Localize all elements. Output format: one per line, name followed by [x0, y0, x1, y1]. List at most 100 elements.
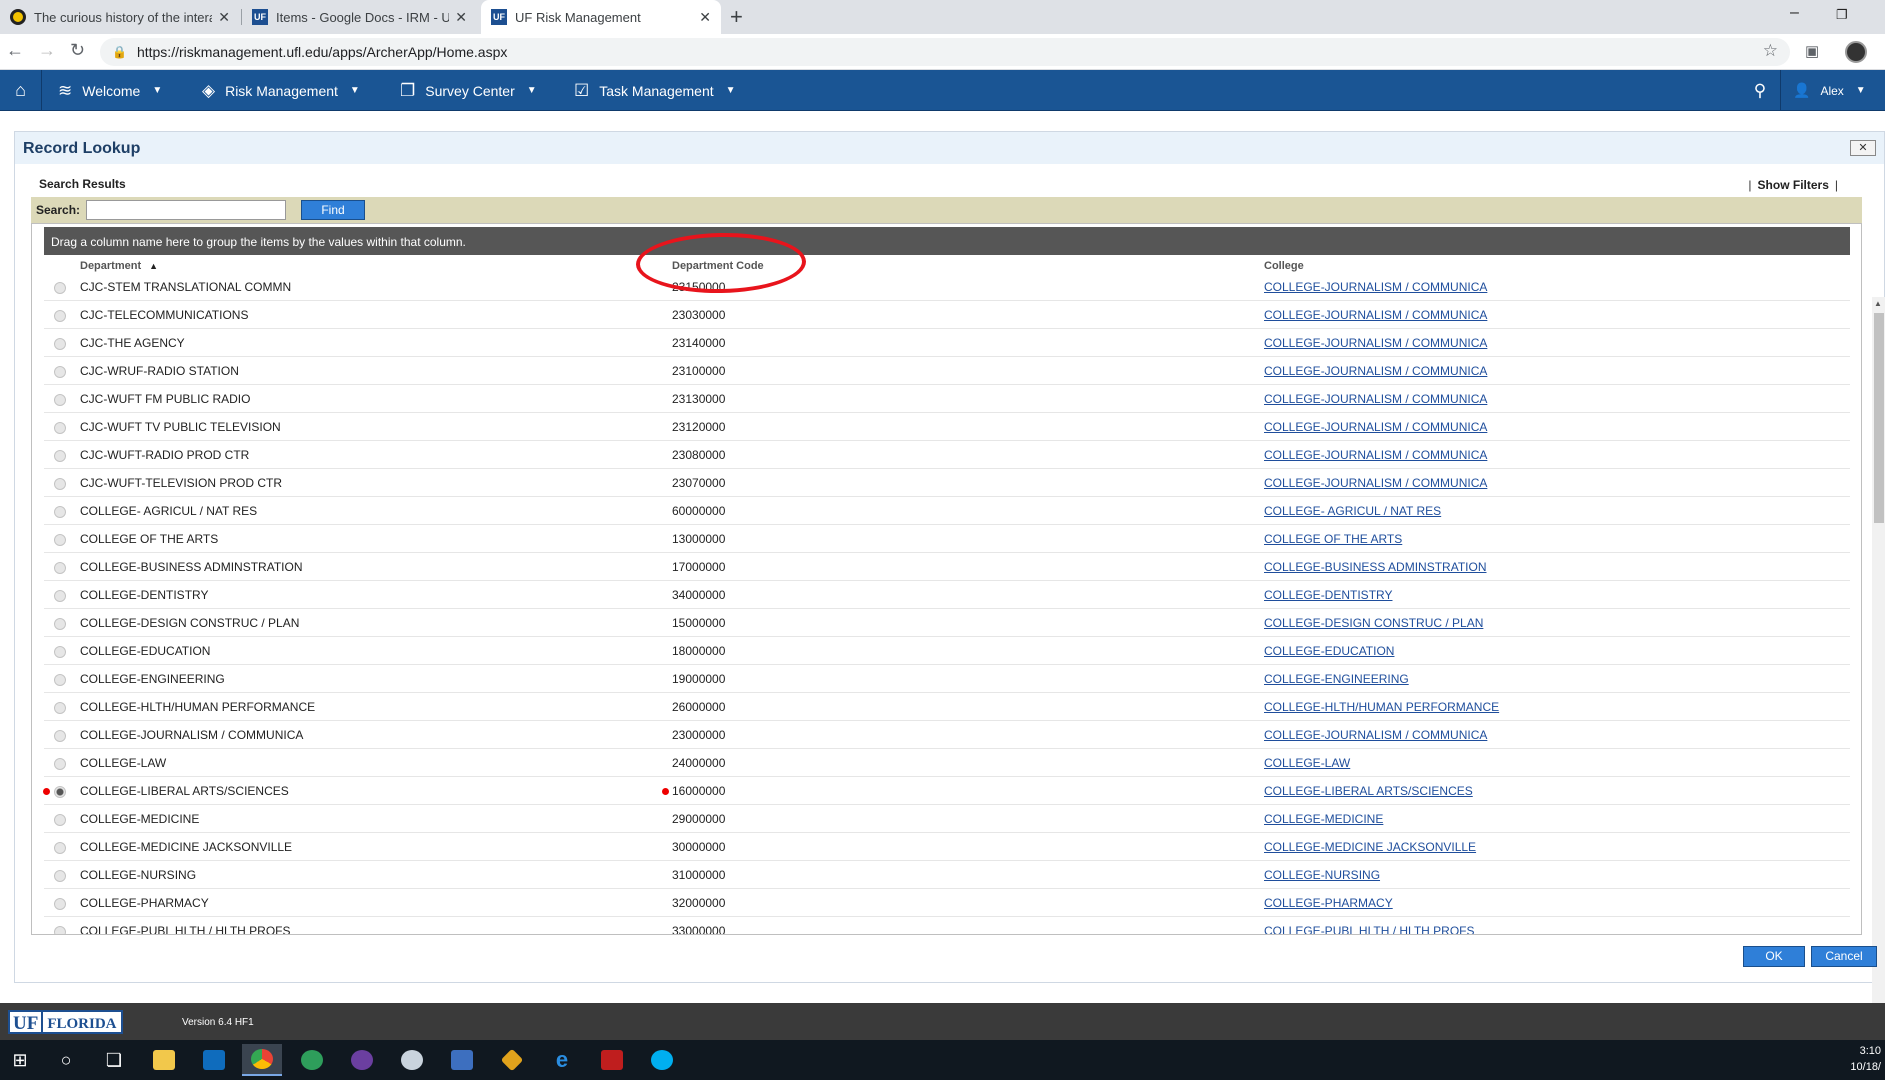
scrollbar-thumb[interactable]: [1874, 313, 1884, 523]
row-radio[interactable]: [54, 814, 66, 826]
browser-tab-3[interactable]: UF UF Risk Management ✕: [481, 0, 721, 34]
table-row[interactable]: CJC-WUFT-RADIO PROD CTR 23080000 COLLEGE-J…: [44, 441, 1850, 469]
column-header-department-code[interactable]: Department Code: [672, 260, 764, 272]
chrome-icon[interactable]: [242, 1044, 282, 1076]
table-row[interactable]: CJC-WRUF-RADIO STATION 23100000 COLLEGE-JO…: [44, 357, 1850, 385]
filezilla-icon[interactable]: [592, 1044, 632, 1076]
row-radio[interactable]: [54, 786, 66, 798]
system-clock[interactable]: 3:10 10/18/: [1850, 1043, 1881, 1075]
college-link[interactable]: COLLEGE-MEDICINE: [1264, 812, 1383, 826]
row-radio[interactable]: [54, 590, 66, 602]
column-header-college[interactable]: College: [1264, 260, 1304, 272]
college-link[interactable]: COLLEGE-JOURNALISM / COMMUNICA: [1264, 308, 1487, 322]
table-row[interactable]: COLLEGE-JOURNALISM / COMMUNICA 23000000 CO…: [44, 721, 1850, 749]
ie-icon[interactable]: e: [542, 1044, 582, 1076]
row-radio[interactable]: [54, 422, 66, 434]
windows-icon[interactable]: ⊞: [0, 1044, 40, 1076]
row-radio[interactable]: [54, 450, 66, 462]
purple-app-icon[interactable]: [342, 1044, 382, 1076]
ok-button[interactable]: OK: [1743, 946, 1805, 967]
table-row[interactable]: COLLEGE- AGRICUL / NAT RES 60000000 COLLEG…: [44, 497, 1850, 525]
college-link[interactable]: COLLEGE- AGRICUL / NAT RES: [1264, 504, 1441, 518]
row-radio[interactable]: [54, 730, 66, 742]
group-by-bar[interactable]: Drag a column name here to group the ite…: [44, 227, 1850, 255]
college-link[interactable]: COLLEGE-LIBERAL ARTS/SCIENCES: [1264, 784, 1473, 798]
row-radio[interactable]: [54, 562, 66, 574]
row-radio[interactable]: [54, 758, 66, 770]
row-radio[interactable]: [54, 282, 66, 294]
home-icon[interactable]: ⌂: [0, 70, 42, 111]
table-row[interactable]: COLLEGE-MEDICINE JACKSONVILLE 30000000 COL…: [44, 833, 1850, 861]
table-row[interactable]: COLLEGE-PHARMACY 32000000 COLLEGE-PHARMACY: [44, 889, 1850, 917]
college-link[interactable]: COLLEGE-LAW: [1264, 756, 1350, 770]
college-link[interactable]: COLLEGE-JOURNALISM / COMMUNICA: [1264, 448, 1487, 462]
close-icon[interactable]: ✕: [455, 9, 467, 26]
close-icon[interactable]: ✕: [218, 9, 230, 26]
green-app-icon[interactable]: [292, 1044, 332, 1076]
college-link[interactable]: COLLEGE-ENGINEERING: [1264, 672, 1409, 686]
table-row[interactable]: COLLEGE-DENTISTRY 34000000 COLLEGE-DENTIST…: [44, 581, 1850, 609]
row-radio[interactable]: [54, 898, 66, 910]
new-tab-button[interactable]: +: [730, 4, 743, 30]
browser-tab-2[interactable]: UF Items - Google Docs - IRM - Univ ✕: [242, 0, 477, 34]
nav-survey-center[interactable]: ❐ Survey Center ▼: [400, 70, 537, 111]
table-row[interactable]: COLLEGE-MEDICINE 29000000 COLLEGE-MEDICINE: [44, 805, 1850, 833]
college-link[interactable]: COLLEGE-JOURNALISM / COMMUNICA: [1264, 336, 1487, 350]
table-row[interactable]: CJC-THE AGENCY 23140000 COLLEGE-JOURNALISM…: [44, 329, 1850, 357]
table-row[interactable]: COLLEGE OF THE ARTS 13000000 COLLEGE OF TH…: [44, 525, 1850, 553]
forward-icon[interactable]: →: [38, 40, 56, 61]
cancel-button[interactable]: Cancel: [1811, 946, 1877, 967]
table-row[interactable]: CJC-WUFT-TELEVISION PROD CTR 23070000 COLL…: [44, 469, 1850, 497]
college-link[interactable]: COLLEGE-DENTISTRY: [1264, 588, 1392, 602]
nav-risk-management[interactable]: ◈ Risk Management ▼: [202, 70, 360, 111]
user-menu[interactable]: 👤 Alex ▼: [1780, 70, 1885, 111]
nav-task-management[interactable]: ☑ Task Management ▼: [574, 70, 736, 111]
row-radio[interactable]: [54, 702, 66, 714]
college-link[interactable]: COLLEGE-JOURNALISM / COMMUNICA: [1264, 364, 1487, 378]
bookmark-star-icon[interactable]: ☆: [1763, 41, 1778, 61]
row-radio[interactable]: [54, 926, 66, 934]
table-row[interactable]: CJC-WUFT TV PUBLIC TELEVISION 23120000 COL…: [44, 413, 1850, 441]
browser-tab-1[interactable]: The curious history of the interac ✕: [0, 0, 240, 34]
minimize-icon[interactable]: –: [1790, 4, 1799, 22]
row-radio[interactable]: [54, 674, 66, 686]
close-icon[interactable]: ✕: [1850, 140, 1876, 156]
paint-app-icon[interactable]: [392, 1044, 432, 1076]
row-radio[interactable]: [54, 394, 66, 406]
table-row[interactable]: COLLEGE-LAW 24000000 COLLEGE-LAW: [44, 749, 1850, 777]
outlook-icon[interactable]: [194, 1044, 234, 1076]
reload-icon[interactable]: ↻: [70, 40, 85, 61]
row-radio[interactable]: [54, 618, 66, 630]
table-row[interactable]: COLLEGE-BUSINESS ADMINSTRATION 17000000 CO…: [44, 553, 1850, 581]
skype-icon[interactable]: [642, 1044, 682, 1076]
row-radio[interactable]: [54, 646, 66, 658]
college-link[interactable]: COLLEGE OF THE ARTS: [1264, 532, 1402, 546]
close-icon[interactable]: ✕: [699, 9, 711, 26]
college-link[interactable]: COLLEGE-NURSING: [1264, 868, 1380, 882]
row-radio[interactable]: [54, 338, 66, 350]
college-link[interactable]: COLLEGE-JOURNALISM / COMMUNICA: [1264, 728, 1487, 742]
cortana-icon[interactable]: ○: [46, 1044, 86, 1076]
table-row[interactable]: COLLEGE-DESIGN CONSTRUC / PLAN 15000000 CO…: [44, 609, 1850, 637]
table-row[interactable]: COLLEGE-LIBERAL ARTS/SCIENCES 16000000 COL…: [43, 777, 1850, 805]
profile-avatar[interactable]: [1845, 41, 1867, 63]
college-link[interactable]: COLLEGE-BUSINESS ADMINSTRATION: [1264, 560, 1487, 574]
table-row[interactable]: CJC-STEM TRANSLATIONAL COMMN 23150000 COLL…: [44, 273, 1850, 301]
college-link[interactable]: COLLEGE-EDUCATION: [1264, 644, 1394, 658]
table-row[interactable]: COLLEGE-EDUCATION 18000000 COLLEGE-EDUCATI…: [44, 637, 1850, 665]
row-radio[interactable]: [54, 478, 66, 490]
row-radio[interactable]: [54, 534, 66, 546]
nav-welcome[interactable]: ≋ Welcome ▼: [58, 70, 162, 111]
table-row[interactable]: CJC-TELECOMMUNICATIONS 23030000 COLLEGE-JO…: [44, 301, 1850, 329]
row-radio[interactable]: [54, 506, 66, 518]
network-app-icon[interactable]: [442, 1044, 482, 1076]
table-row[interactable]: COLLEGE-ENGINEERING 19000000 COLLEGE-ENGIN…: [44, 665, 1850, 693]
git-app-icon[interactable]: [492, 1044, 532, 1076]
find-button[interactable]: Find: [301, 200, 365, 220]
row-radio[interactable]: [54, 310, 66, 322]
table-row[interactable]: COLLEGE-NURSING 31000000 COLLEGE-NURSING: [44, 861, 1850, 889]
college-link[interactable]: COLLEGE-JOURNALISM / COMMUNICA: [1264, 420, 1487, 434]
college-link[interactable]: COLLEGE-JOURNALISM / COMMUNICA: [1264, 392, 1487, 406]
table-row[interactable]: COLLEGE-PUBL HLTH / HLTH PROFS 33000000 CO…: [44, 917, 1850, 934]
table-row[interactable]: COLLEGE-HLTH/HUMAN PERFORMANCE 26000000 CO…: [44, 693, 1850, 721]
